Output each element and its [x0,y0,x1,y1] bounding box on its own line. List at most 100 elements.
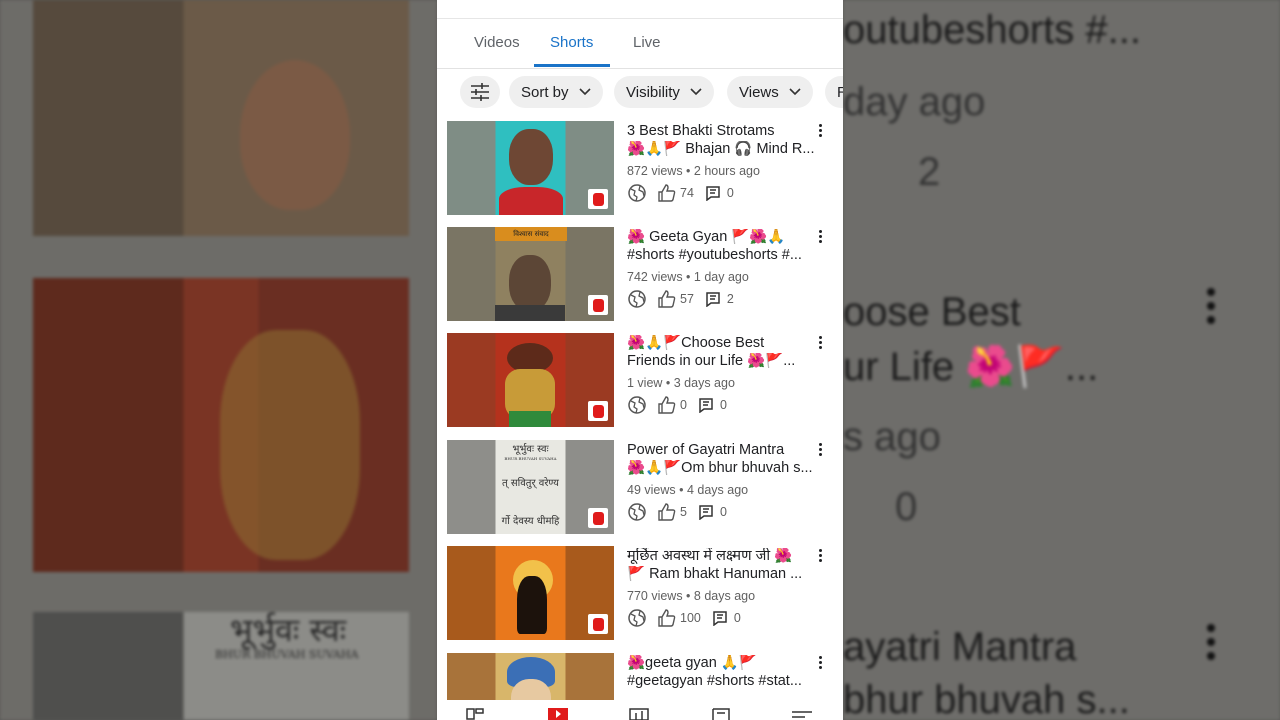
thumbnail-banner: विश्वास संवाद [495,227,567,241]
video-row[interactable]: 🌺🙏🚩Choose Best Friends in our Life 🌺🚩...… [437,333,843,427]
video-thumbnail[interactable]: विश्वास संवाद [447,227,614,321]
video-row[interactable]: भूर्भुवः स्वः BHUR BHUVAH SUVAHA त् सवित… [437,440,843,534]
background-text: outubeshorts #... [843,8,1141,52]
dashboard-icon[interactable] [466,708,484,720]
content-tabs: Videos Shorts Live [437,18,843,69]
like-count: 100 [680,611,701,625]
background-text: bhur bhuvah s... [843,678,1130,720]
tab-videos[interactable]: Videos [474,34,520,51]
title-line: 🌺🙏🚩Om bhur bhuvah s... [627,459,813,476]
video-stats: 0 0 [627,395,727,415]
title-line: #geetagyan #shorts #stat... [627,672,802,689]
video-title[interactable]: 🌺🙏🚩Choose Best Friends in our Life 🌺🚩... [627,335,819,370]
chevron-down-icon [690,88,702,96]
video-title[interactable]: 3 Best Bhakti Strotams 🌺🙏🚩 Bhajan 🎧 Mind… [627,123,819,158]
video-row[interactable]: विश्वास संवाद 🌺 Geeta Gyan 🚩🌺🙏 #shorts #… [437,227,843,321]
title-line: 3 Best Bhakti Strotams [627,123,775,139]
shorts-icon [588,401,608,421]
more-options-icon[interactable] [819,336,823,350]
comment-count: 0 [719,505,727,519]
video-meta: 742 views • 1 day ago [627,270,749,284]
visibility-dropdown[interactable]: Visibility [614,76,714,108]
content-icon[interactable] [548,708,568,720]
comment-icon [706,186,720,201]
playlists-icon[interactable] [791,710,813,720]
more-options-icon[interactable] [819,656,823,670]
visibility-label: Visibility [626,83,680,101]
video-stats: 57 2 [627,289,734,309]
more-filter-label: R [837,83,843,101]
comment-count: 0 [719,398,727,412]
tab-shorts[interactable]: Shorts [550,34,593,51]
title-line: 🌺geeta gyan 🙏🚩 [627,655,757,671]
background-text: भूर्भुवः स्वः [230,611,347,649]
video-thumbnail[interactable] [447,546,614,640]
background-thumbnail-3 [33,612,409,720]
shorts-icon [588,189,608,209]
background-thumbnail-1 [33,0,409,236]
background-text: 0 [895,485,918,529]
globe-icon [628,396,646,414]
shorts-icon [588,295,608,315]
background-kebab-icon [1207,288,1217,328]
studio-content-panel: Videos Shorts Live Sort by Visibility Vi… [437,0,843,720]
like-icon [658,503,676,521]
video-thumbnail[interactable] [447,121,614,215]
thumbnail-text: भूर्भुवः स्वः [512,444,549,455]
filter-settings-button[interactable] [460,76,500,108]
background-kebab-icon [1207,624,1217,664]
views-dropdown[interactable]: Views [727,76,813,108]
video-stats: 74 0 [627,183,734,203]
more-options-icon[interactable] [819,549,823,563]
video-meta: 49 views • 4 days ago [627,483,749,497]
active-tab-indicator [534,64,610,67]
video-title[interactable]: 🌺geeta gyan 🙏🚩 #geetagyan #shorts #stat.… [627,655,819,690]
globe-icon [628,290,646,308]
like-count: 57 [680,292,694,306]
thumbnail-text: र्गो देवस्य धीमहि [501,516,560,527]
analytics-icon[interactable] [629,708,649,720]
background-figure [220,330,360,560]
background-text: ayatri Mantra [843,625,1077,669]
sort-by-dropdown[interactable]: Sort by [509,76,603,108]
more-options-icon[interactable] [819,230,823,244]
globe-icon [628,184,646,202]
video-thumbnail[interactable]: भूर्भुवः स्वः BHUR BHUVAH SUVAHA त् सवित… [447,440,614,534]
top-strip [437,0,843,19]
video-title[interactable]: 🌺 Geeta Gyan 🚩🌺🙏 #shorts #youtubeshorts … [627,229,819,264]
video-thumbnail[interactable] [447,333,614,427]
like-count: 74 [680,186,694,200]
video-row[interactable]: 3 Best Bhakti Strotams 🌺🙏🚩 Bhajan 🎧 Mind… [437,121,843,215]
video-row[interactable]: मूर्छित अवस्था में लक्ष्मण जी 🌺 🚩 Ram bh… [437,546,843,640]
title-line: Power of Gayatri Mantra [627,442,785,458]
like-icon [658,609,676,627]
comment-count: 2 [726,292,734,306]
globe-icon [628,609,646,627]
comments-nav-icon[interactable] [712,708,730,720]
like-count: 0 [680,398,687,412]
background-text: 2 [918,150,941,194]
video-meta: 770 views • 8 days ago [627,589,756,603]
video-title[interactable]: मूर्छित अवस्था में लक्ष्मण जी 🌺 🚩 Ram bh… [627,548,819,583]
background-text: oose Best [843,290,1021,334]
tab-live[interactable]: Live [633,34,661,51]
background-face [240,60,350,210]
video-meta: 1 view • 3 days ago [627,376,735,390]
more-options-icon[interactable] [819,443,823,457]
more-filter-dropdown[interactable]: R [825,76,843,108]
title-line: 🌺🙏🚩 Bhajan 🎧 Mind R... [627,140,815,157]
comment-icon [713,611,727,626]
bottom-navigation [437,700,843,720]
views-label: Views [739,83,779,101]
title-line: 🌺🙏🚩Choose Best [627,335,765,351]
more-options-icon[interactable] [819,124,823,138]
comment-count: 0 [726,186,734,200]
background-text: ur Life 🌺🚩... [843,345,1099,389]
comment-icon [706,292,720,307]
filter-bar: Sort by Visibility Views R [437,76,843,110]
video-title[interactable]: Power of Gayatri Mantra 🌺🙏🚩Om bhur bhuva… [627,442,819,477]
background-text: s ago [843,415,941,459]
like-icon [658,396,676,414]
comment-icon [699,398,713,413]
like-count: 5 [680,505,687,519]
